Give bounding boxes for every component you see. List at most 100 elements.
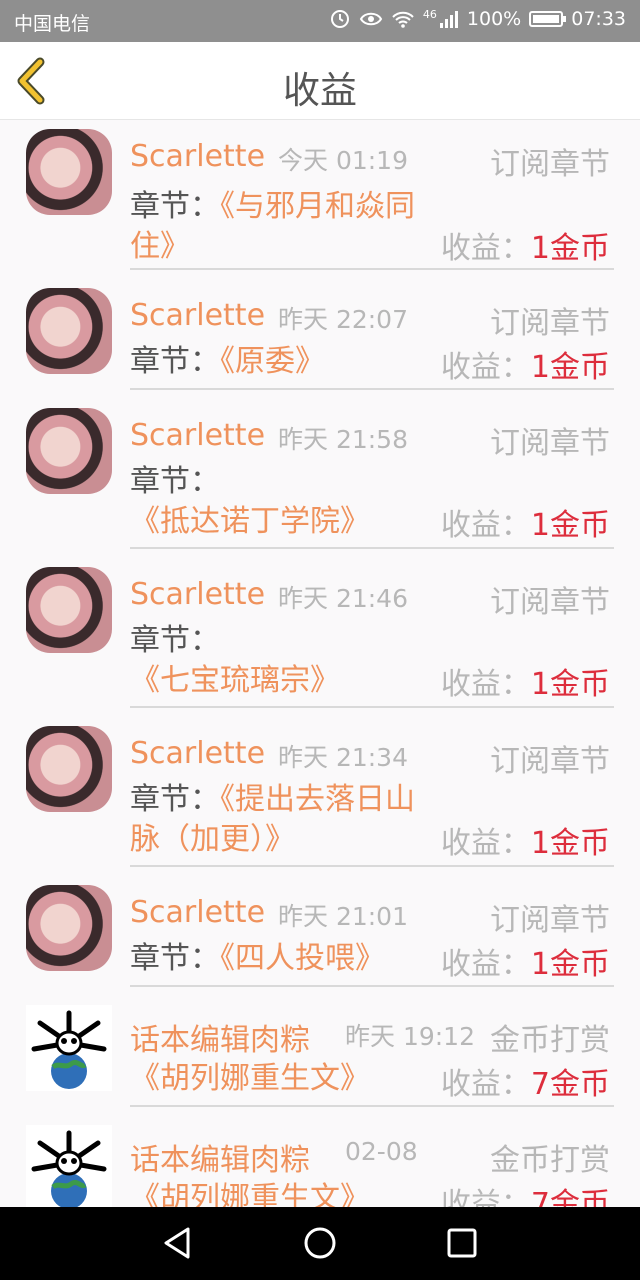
income-item[interactable]: Scarlette 昨天 21:01 订阅章节 章节：《四人投喂》 收益：1金币 <box>0 877 640 987</box>
username[interactable]: Scarlette <box>130 577 265 612</box>
timestamp: 昨天 21:58 <box>278 425 408 454</box>
page-title: 收益 <box>283 69 357 112</box>
chapter-label: 章节： <box>130 344 220 379</box>
avatar[interactable] <box>26 1005 112 1091</box>
income-type: 订阅章节 <box>490 585 610 620</box>
income-type: 订阅章节 <box>490 147 610 182</box>
income-amount: 收益：1金币 <box>441 818 610 862</box>
timestamp: 昨天 19:12 <box>345 1022 475 1051</box>
avatar[interactable] <box>26 726 112 812</box>
header-bar: 收益 <box>0 42 640 120</box>
chapter-line: 章节：《原委》 <box>130 342 430 382</box>
income-item[interactable]: 话本编辑肉粽 02-08 金币打赏 《胡列娜重生文》 收益：7金币 <box>0 1117 640 1207</box>
income-label: 收益： <box>440 231 531 266</box>
timestamp: 昨天 21:46 <box>278 584 408 613</box>
username[interactable]: Scarlette <box>130 895 265 930</box>
income-value: 1金币 <box>530 350 610 385</box>
divider <box>130 1105 614 1107</box>
income-value: 1金币 <box>530 667 610 702</box>
chapter-name[interactable]: 《胡列娜重生文》 <box>130 1061 370 1096</box>
income-value: 1金币 <box>530 947 610 982</box>
avatar[interactable] <box>26 885 112 971</box>
income-value: 1金币 <box>530 508 610 543</box>
system-nav-bar <box>0 1207 640 1280</box>
signal-icon <box>439 11 458 28</box>
income-type: 金币打赏 <box>490 1143 610 1178</box>
income-label: 收益： <box>440 667 531 702</box>
income-item[interactable]: Scarlette 昨天 21:34 订阅章节 章节：《提出去落日山脉（加更）》… <box>0 718 640 868</box>
chapter-line: 《胡列娜重生文》 <box>130 1179 430 1207</box>
timestamp: 02-08 <box>345 1137 418 1166</box>
timestamp: 昨天 21:01 <box>278 902 408 931</box>
chapter-label: 章节： <box>130 782 220 817</box>
income-value: 1金币 <box>530 231 610 266</box>
username[interactable]: 话本编辑肉粽 <box>130 1015 310 1059</box>
income-type: 订阅章节 <box>490 744 610 779</box>
battery-icon <box>529 11 567 27</box>
avatar[interactable] <box>26 288 112 374</box>
username[interactable]: Scarlette <box>130 418 265 453</box>
income-amount: 收益：7金币 <box>441 1179 610 1207</box>
income-value: 7金币 <box>530 1187 610 1207</box>
income-label: 收益： <box>440 350 531 385</box>
income-type: 订阅章节 <box>490 426 610 461</box>
divider <box>130 865 614 867</box>
chapter-name[interactable]: 《胡列娜重生文》 <box>130 1181 370 1207</box>
chapter-label: 章节： <box>130 464 220 499</box>
income-label: 收益： <box>440 947 531 982</box>
chapter-line: 章节：《提出去落日山脉（加更）》 <box>130 780 430 860</box>
divider <box>130 985 614 987</box>
income-item[interactable]: Scarlette 今天 01:19 订阅章节 章节：《与邪月和焱同住》 收益：… <box>0 121 640 271</box>
home-circle-icon[interactable] <box>302 1225 338 1261</box>
income-type: 金币打赏 <box>490 1023 610 1058</box>
chapter-line: 《胡列娜重生文》 <box>130 1059 430 1099</box>
income-list[interactable]: Scarlette 今天 01:19 订阅章节 章节：《与邪月和焱同住》 收益：… <box>0 121 640 1207</box>
income-amount: 收益：1金币 <box>441 342 610 386</box>
timestamp: 昨天 21:34 <box>278 743 408 772</box>
income-item[interactable]: 话本编辑肉粽 昨天 19:12 金币打赏 《胡列娜重生文》 收益：7金币 <box>0 997 640 1107</box>
chapter-name[interactable]: 《四人投喂》 <box>220 941 385 976</box>
chapter-label: 章节： <box>130 941 220 976</box>
status-bar: 中国电信 46 100% 07:33 <box>0 0 640 42</box>
chapter-line: 章节： 《抵达诺丁学院》 <box>130 462 430 542</box>
username[interactable]: Scarlette <box>130 736 265 771</box>
avatar[interactable] <box>26 408 112 494</box>
username[interactable]: Scarlette <box>130 298 265 333</box>
timestamp: 昨天 22:07 <box>278 305 408 334</box>
income-amount: 收益：7金币 <box>441 1059 610 1103</box>
income-item[interactable]: Scarlette 昨天 21:58 订阅章节 章节： 《抵达诺丁学院》 收益：1… <box>0 400 640 550</box>
income-amount: 收益：1金币 <box>441 500 610 544</box>
back-triangle-icon[interactable] <box>160 1225 196 1261</box>
income-amount: 收益：1金币 <box>441 659 610 703</box>
income-type: 订阅章节 <box>490 306 610 341</box>
eye-icon <box>359 12 383 26</box>
avatar[interactable] <box>26 567 112 653</box>
income-value: 1金币 <box>530 826 610 861</box>
chapter-label: 章节： <box>130 623 220 658</box>
alarm-icon <box>330 10 349 28</box>
chapter-name[interactable]: 《原委》 <box>220 344 325 379</box>
timestamp: 今天 01:19 <box>278 146 408 175</box>
chapter-line: 章节：《与邪月和焱同住》 <box>130 187 430 267</box>
chapter-line: 章节： 《七宝琉璃宗》 <box>130 621 400 701</box>
income-type: 订阅章节 <box>490 903 610 938</box>
chapter-label: 章节： <box>130 189 220 224</box>
chapter-name[interactable]: 《七宝琉璃宗》 <box>130 663 340 698</box>
carrier-label: 中国电信 <box>14 13 91 35</box>
clock: 07:33 <box>571 8 626 30</box>
avatar[interactable] <box>26 129 112 215</box>
income-item[interactable]: Scarlette 昨天 21:46 订阅章节 章节： 《七宝琉璃宗》 收益：1金… <box>0 559 640 709</box>
income-item[interactable]: Scarlette 昨天 22:07 订阅章节 章节：《原委》 收益：1金币 <box>0 280 640 390</box>
income-label: 收益： <box>440 826 531 861</box>
income-value: 7金币 <box>530 1067 610 1102</box>
avatar[interactable] <box>26 1125 112 1207</box>
status-icons: 46 100% 07:33 <box>329 8 626 30</box>
income-amount: 收益：1金币 <box>441 939 610 983</box>
chapter-name[interactable]: 《抵达诺丁学院》 <box>130 504 370 539</box>
recents-square-icon[interactable] <box>444 1225 480 1261</box>
income-label: 收益： <box>440 508 531 543</box>
username[interactable]: Scarlette <box>130 139 265 174</box>
divider <box>130 268 614 270</box>
divider <box>130 547 614 549</box>
username[interactable]: 话本编辑肉粽 <box>130 1135 310 1179</box>
